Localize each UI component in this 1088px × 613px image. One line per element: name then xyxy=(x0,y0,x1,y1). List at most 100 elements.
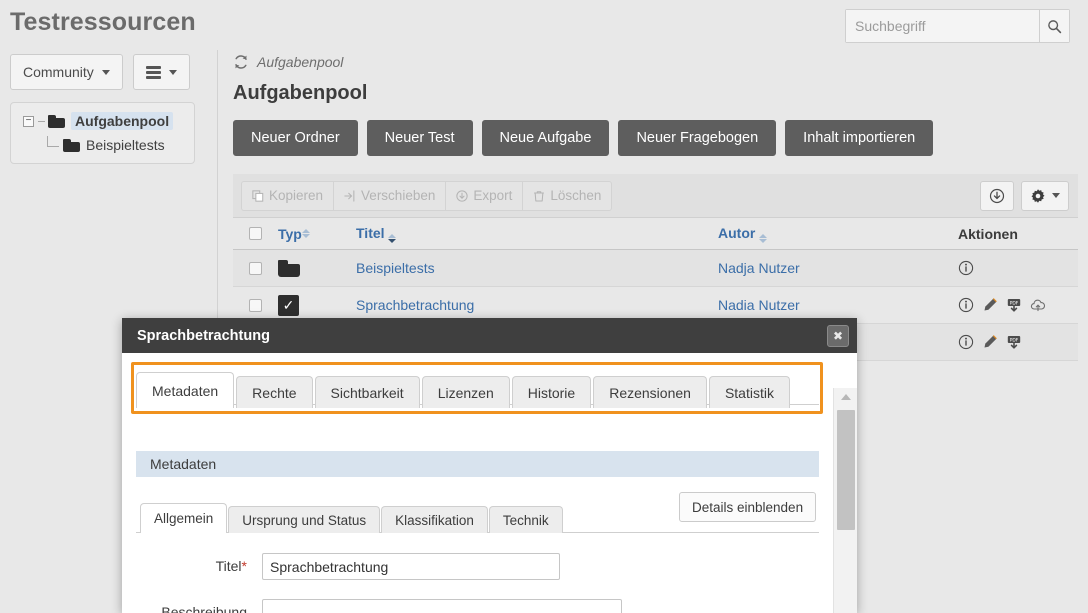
sort-icon-typ[interactable] xyxy=(302,229,310,238)
export-button[interactable]: Export xyxy=(445,181,522,211)
scope-dropdown-button[interactable]: Community xyxy=(10,54,123,90)
delete-button-label: Löschen xyxy=(550,188,601,203)
cloud-upload-icon[interactable] xyxy=(1030,297,1046,313)
column-header-typ-label: Typ xyxy=(278,226,302,242)
panel-heading: Metadaten xyxy=(136,451,819,477)
row-author-link[interactable]: Nadia Nutzer xyxy=(718,297,800,313)
trash-icon xyxy=(533,190,545,202)
search-box xyxy=(845,9,1070,43)
explorer-tree-panel: − Aufgabenpool Beispieltests xyxy=(10,102,195,164)
sort-icon-autor[interactable] xyxy=(759,234,767,243)
select-all-cell xyxy=(233,227,278,240)
tab-sichtbarkeit[interactable]: Sichtbarkeit xyxy=(315,376,420,408)
description-field-row: Beschreibung xyxy=(122,599,622,613)
row-type-cell xyxy=(278,260,356,277)
sidebar-buttons: Community xyxy=(10,54,190,90)
breadcrumb-label[interactable]: Aufgabenpool xyxy=(257,54,343,70)
scope-dropdown-label: Community xyxy=(23,64,94,80)
pdf-download-icon[interactable]: PDF xyxy=(1006,334,1022,350)
title-field-label: Titel* xyxy=(122,553,262,580)
column-header-autor[interactable]: Autor xyxy=(718,225,958,243)
scroll-up-icon[interactable] xyxy=(841,394,851,400)
pdf-download-icon[interactable]: PDF xyxy=(1006,297,1022,313)
column-header-aktionen: Aktionen xyxy=(958,226,1078,242)
download-button[interactable] xyxy=(980,181,1014,211)
tab-statistik[interactable]: Statistik xyxy=(709,376,790,408)
details-toggle-button[interactable]: Details einblenden xyxy=(679,492,816,522)
row-title-link[interactable]: Beispieltests xyxy=(356,260,435,276)
row-author-cell: Nadja Nutzer xyxy=(718,260,958,276)
row-title-link[interactable]: Sprachbetrachtung xyxy=(356,297,474,313)
close-icon[interactable]: ✖ xyxy=(827,325,849,347)
chevron-down-icon xyxy=(169,70,177,75)
download-circle-icon xyxy=(456,190,468,202)
info-icon[interactable] xyxy=(958,297,974,313)
list-view-dropdown-button[interactable] xyxy=(133,54,190,90)
info-icon[interactable] xyxy=(958,260,974,276)
title-input[interactable] xyxy=(262,553,560,580)
row-checkbox[interactable] xyxy=(249,299,262,312)
scrollbar-thumb[interactable] xyxy=(837,410,855,530)
row-title-cell: Beispieltests xyxy=(356,260,718,276)
tab-metadaten[interactable]: Metadaten xyxy=(136,372,234,408)
search-input[interactable] xyxy=(846,10,1039,42)
row-type-cell: ✓ xyxy=(278,295,356,316)
tree-node-child[interactable]: Beispieltests xyxy=(47,134,194,156)
column-header-aktionen-label: Aktionen xyxy=(958,226,1018,242)
row-checkbox[interactable] xyxy=(249,262,262,275)
settings-dropdown-button[interactable] xyxy=(1021,181,1069,211)
tab-historie[interactable]: Historie xyxy=(512,376,591,408)
test-checkbox-icon: ✓ xyxy=(278,295,299,316)
delete-button[interactable]: Löschen xyxy=(522,181,612,211)
title-field-row: Titel* xyxy=(122,553,560,580)
description-field-label: Beschreibung xyxy=(122,599,262,613)
modal-tabs: Metadaten Rechte Sichtbarkeit Lizenzen H… xyxy=(136,369,792,408)
select-all-checkbox[interactable] xyxy=(249,227,262,240)
metadata-modal: Sprachbetrachtung ✖ Metadaten Rechte Sic… xyxy=(122,318,857,613)
modal-subtabs: Allgemein Ursprung und Status Klassifika… xyxy=(140,503,564,533)
import-content-button[interactable]: Inhalt importieren xyxy=(785,120,933,156)
new-folder-button[interactable]: Neuer Ordner xyxy=(233,120,358,156)
move-button-label: Verschieben xyxy=(361,188,435,203)
subtab-allgemein[interactable]: Allgemein xyxy=(140,503,227,533)
list-icon xyxy=(146,66,161,79)
copy-button-label: Kopieren xyxy=(269,188,323,203)
tab-lizenzen[interactable]: Lizenzen xyxy=(422,376,510,408)
refresh-icon[interactable] xyxy=(233,54,249,70)
edit-pencil-icon[interactable] xyxy=(982,297,998,313)
table-row[interactable]: Beispieltests Nadja Nutzer xyxy=(233,250,1078,287)
subtab-klassifikation[interactable]: Klassifikation xyxy=(381,506,488,533)
row-select-cell xyxy=(233,299,278,312)
column-header-typ[interactable]: Typ xyxy=(278,226,356,242)
sort-icon-titel[interactable] xyxy=(388,234,396,243)
edit-pencil-icon[interactable] xyxy=(982,334,998,350)
chevron-down-icon xyxy=(102,70,110,75)
move-button[interactable]: Verschieben xyxy=(333,181,445,211)
search-button[interactable] xyxy=(1039,10,1069,42)
new-task-button[interactable]: Neue Aufgabe xyxy=(482,120,610,156)
subtab-technik[interactable]: Technik xyxy=(489,506,563,533)
tree-expander-icon[interactable]: − xyxy=(23,116,34,127)
tree-node-root[interactable]: − Aufgabenpool xyxy=(23,110,194,132)
column-header-titel[interactable]: Titel xyxy=(356,225,718,243)
tab-rezensionen[interactable]: Rezensionen xyxy=(593,376,707,408)
tab-rechte[interactable]: Rechte xyxy=(236,376,312,408)
description-textarea[interactable] xyxy=(262,599,622,613)
row-author-link[interactable]: Nadja Nutzer xyxy=(718,260,800,276)
subtab-ursprung-und-status[interactable]: Ursprung und Status xyxy=(228,506,380,533)
new-questionnaire-button[interactable]: Neuer Fragebogen xyxy=(618,120,776,156)
title-field-label-text: Titel xyxy=(216,558,242,574)
modal-scrollbar[interactable] xyxy=(833,388,857,613)
breadcrumb: Aufgabenpool xyxy=(233,54,343,70)
download-circle-icon xyxy=(989,188,1005,204)
copy-button[interactable]: Kopieren xyxy=(241,181,333,211)
modal-body: Metadaten Rechte Sichtbarkeit Lizenzen H… xyxy=(122,353,857,613)
info-icon[interactable] xyxy=(958,334,974,350)
app-root: Testressourcen Community − xyxy=(0,0,1088,613)
row-actions-cell: PDF xyxy=(958,297,1078,313)
copy-icon xyxy=(252,190,264,202)
new-test-button[interactable]: Neuer Test xyxy=(367,120,473,156)
folder-icon xyxy=(48,115,65,128)
table-toolbar-right xyxy=(980,181,1069,211)
section-title: Aufgabenpool xyxy=(233,82,367,105)
